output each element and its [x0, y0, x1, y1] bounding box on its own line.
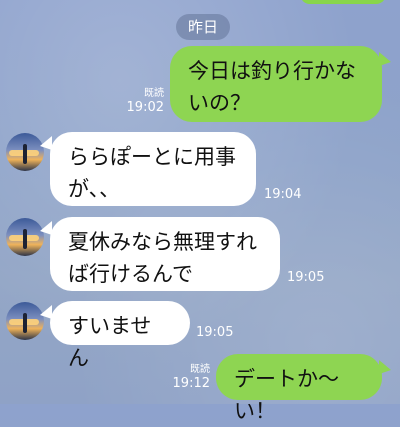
- message-bubble[interactable]: 今日は釣り行かないの？: [170, 46, 382, 122]
- message-time: 19:05: [287, 270, 325, 285]
- message-time: 19:02: [126, 100, 164, 115]
- message-bubble[interactable]: 夏休みなら無理すれば行けるんで: [50, 217, 280, 291]
- bubble-tail: [379, 360, 391, 374]
- message-meta: 既読 19:02: [120, 88, 164, 116]
- date-separator: 昨日: [176, 14, 230, 40]
- message-text: 今日は釣り行かないの？: [188, 59, 356, 115]
- message-text: デートか〜い！: [234, 367, 339, 423]
- message-bubble[interactable]: デートか〜い！: [216, 354, 382, 423]
- message-time: 19:04: [264, 187, 302, 202]
- read-receipt: 既読: [190, 364, 210, 375]
- message-time: 19:12: [172, 376, 210, 391]
- contact-avatar[interactable]: [6, 302, 44, 340]
- message-time: 19:05: [196, 325, 234, 340]
- contact-avatar[interactable]: [6, 218, 44, 256]
- previous-message-edge: [300, 0, 386, 4]
- message-text: 夏休みなら無理すれば行けるんで: [68, 230, 257, 286]
- read-receipt: 既読: [144, 88, 164, 99]
- contact-avatar[interactable]: [6, 133, 44, 171]
- bubble-tail: [379, 52, 391, 66]
- message-meta: 既読 19:12: [166, 364, 210, 392]
- message-bubble[interactable]: すいません: [50, 301, 190, 370]
- message-text: ららぽーとに用事が、、: [68, 145, 236, 201]
- message-bubble[interactable]: ららぽーとに用事が、、: [50, 132, 256, 206]
